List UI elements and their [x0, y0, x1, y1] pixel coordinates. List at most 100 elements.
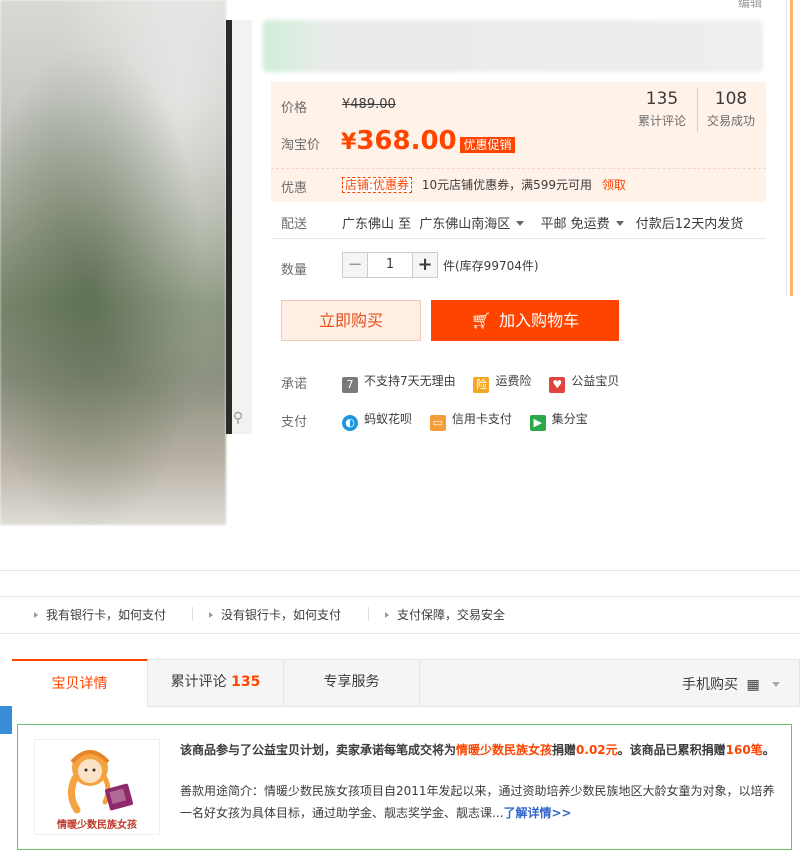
shipping-method-select[interactable]: 平邮 免运费: [540, 217, 624, 232]
reviews-label[interactable]: 累计评论: [627, 112, 697, 129]
pay-help-link[interactable]: 没有银行卡，如何支付: [209, 606, 341, 623]
promise-label: 承诺: [281, 377, 308, 392]
charity-heart-icon: ♥: [549, 377, 566, 393]
tab-detail[interactable]: 宝贝详情: [12, 659, 148, 707]
promise-item-label: 不支持7天无理由: [364, 374, 456, 388]
payment-item[interactable]: ▭ 信用卡支付: [429, 412, 512, 431]
chevron-down-icon: [615, 221, 624, 226]
charity-text: 。: [762, 743, 775, 757]
product-title: [263, 20, 763, 72]
charity-text: 。该商品已累积捐赠: [617, 743, 726, 757]
mobile-buy-button[interactable]: 手机购买 ▦: [682, 674, 781, 694]
taobao-price-group: ¥368.00 优惠促销: [341, 126, 515, 156]
pay-help-link[interactable]: 我有银行卡，如何支付: [34, 606, 166, 623]
divider: [192, 607, 193, 621]
delivery-from: 广东佛山 至: [342, 217, 412, 232]
tab-service[interactable]: 专享服务: [284, 659, 420, 707]
image-edge-light: [232, 20, 252, 434]
promise-item-label: 运费险: [495, 374, 532, 388]
charity-project-name: 情暖少数民族女孩: [456, 743, 553, 757]
qr-code-icon: ▦: [746, 677, 760, 693]
sales-count: 108: [714, 89, 748, 109]
price-label: 价格: [281, 101, 308, 116]
cart-icon: 🛒︎: [470, 311, 492, 330]
tab-reviews-label: 累计评论: [170, 674, 227, 690]
charity-logo: 情暖少数民族女孩: [34, 739, 160, 835]
side-panel-border: [786, 0, 800, 296]
product-image-overlay: [0, 0, 226, 525]
edit-link[interactable]: 编辑: [738, 0, 762, 11]
arrow-right-icon: [34, 612, 38, 618]
coupon-label: 优惠: [281, 181, 308, 196]
coupon-text: 10元店铺优惠券，满599元可用: [421, 178, 593, 192]
pay-help-label: 我有银行卡，如何支付: [46, 608, 167, 622]
decrease-button[interactable]: −: [342, 252, 368, 278]
stock-info: 件(库存99704件): [443, 258, 539, 273]
pay-help-link[interactable]: 支付保障，交易安全: [385, 606, 505, 623]
learn-more-link[interactable]: 了解详情>>: [503, 806, 571, 820]
shipping-method: 平邮 免运费: [540, 217, 610, 232]
payment-list: ◐ 蚂蚁花呗 ▭ 信用卡支付 ▶ 集分宝: [342, 410, 588, 431]
buy-now-button[interactable]: 立即购买: [281, 300, 421, 341]
payment-item-label: 集分宝: [551, 412, 588, 426]
side-marker: [0, 706, 12, 734]
promise-item[interactable]: 险运费险: [473, 374, 532, 393]
delivery-destination: 广东佛山南海区: [419, 217, 511, 232]
zoom-icon[interactable]: ⚲: [228, 408, 248, 428]
side-panel-accent: [790, 0, 793, 296]
payment-item-label: 蚂蚁花呗: [364, 412, 413, 426]
promise-item-label: 公益宝贝: [571, 374, 620, 388]
reviews-count[interactable]: 135: [627, 89, 697, 109]
original-price: ¥489.00: [342, 97, 396, 112]
divider: [271, 238, 766, 239]
credit-card-icon: ▭: [429, 415, 446, 431]
charity-count: 160笔: [725, 743, 763, 757]
quantity-input[interactable]: 1: [368, 252, 412, 278]
charity-logo-text: 情暖少数民族女孩: [57, 820, 137, 831]
payment-item[interactable]: ◐ 蚂蚁花呗: [342, 412, 413, 431]
receive-coupon-link[interactable]: 领取: [602, 178, 626, 192]
charity-amount: 0.02元: [576, 743, 618, 757]
add-to-cart-button[interactable]: 🛒︎ 加入购物车: [431, 300, 619, 341]
jifenbao-icon: ▶: [529, 415, 546, 431]
arrow-right-icon: [385, 612, 389, 618]
mobile-buy-label: 手机购买: [682, 677, 738, 693]
charity-description-text: 善款用途简介：情暖少数民族女孩项目自2011年发起以来，通过资助培养少数民族地区…: [180, 784, 775, 820]
coupon-row: 店铺:优惠券 10元店铺优惠券，满599元可用 领取: [342, 176, 626, 193]
add-to-cart-label: 加入购物车: [499, 311, 580, 330]
no-return-icon: 7: [342, 377, 358, 393]
coupon-tag: 店铺:优惠券: [342, 177, 413, 193]
sales-label: 交易成功: [706, 114, 755, 128]
quantity-stepper: − 1 + 件(库存99704件): [342, 252, 539, 278]
chevron-down-icon: [516, 221, 525, 226]
charity-text: 捐赠: [552, 743, 577, 757]
charity-summary: 该商品参与了公益宝贝计划，卖家承诺每笔成交将为情暖少数民族女孩捐赠0.02元。该…: [180, 741, 780, 760]
promo-badge[interactable]: 优惠促销: [460, 137, 515, 153]
payment-item-label: 信用卡支付: [451, 412, 512, 426]
delivery-row: 广东佛山 至 广东佛山南海区 平邮 免运费 付款后12天内发货: [342, 213, 743, 232]
section-divider: [0, 570, 800, 571]
huabei-icon: ◐: [342, 415, 358, 431]
promise-list: 7 不支持7天无理由 险运费险 ♥ 公益宝贝: [342, 372, 619, 393]
promise-item[interactable]: 7 不支持7天无理由: [342, 374, 456, 393]
payment-item[interactable]: ▶ 集分宝: [529, 412, 588, 431]
arrow-right-icon: [209, 612, 213, 618]
promise-item[interactable]: ♥ 公益宝贝: [549, 374, 620, 393]
payment-label: 支付: [281, 415, 308, 430]
charity-description: 善款用途简介：情暖少数民族女孩项目自2011年发起以来，通过资助培养少数民族地区…: [180, 780, 780, 824]
tab-reviews-count: 135: [231, 674, 261, 690]
increase-button[interactable]: +: [412, 252, 438, 278]
taobao-price: 368.00: [356, 126, 457, 156]
pay-help-label: 支付保障，交易安全: [397, 608, 506, 622]
chevron-down-icon: [772, 682, 781, 687]
delivery-destination-select[interactable]: 广东佛山南海区: [419, 217, 525, 232]
charity-text: 该商品参与了公益宝贝计划，卖家承诺每笔成交将为: [180, 743, 457, 757]
quantity-label: 数量: [281, 263, 308, 278]
delivery-label: 配送: [281, 217, 308, 232]
tab-reviews[interactable]: 累计评论 135: [148, 659, 284, 707]
currency-symbol: ¥: [341, 130, 357, 155]
shipping-insurance-icon: 险: [473, 377, 490, 393]
divider: [368, 607, 369, 621]
ship-time: 付款后12天内发货: [635, 217, 744, 232]
pay-help-label: 没有银行卡，如何支付: [221, 608, 342, 622]
